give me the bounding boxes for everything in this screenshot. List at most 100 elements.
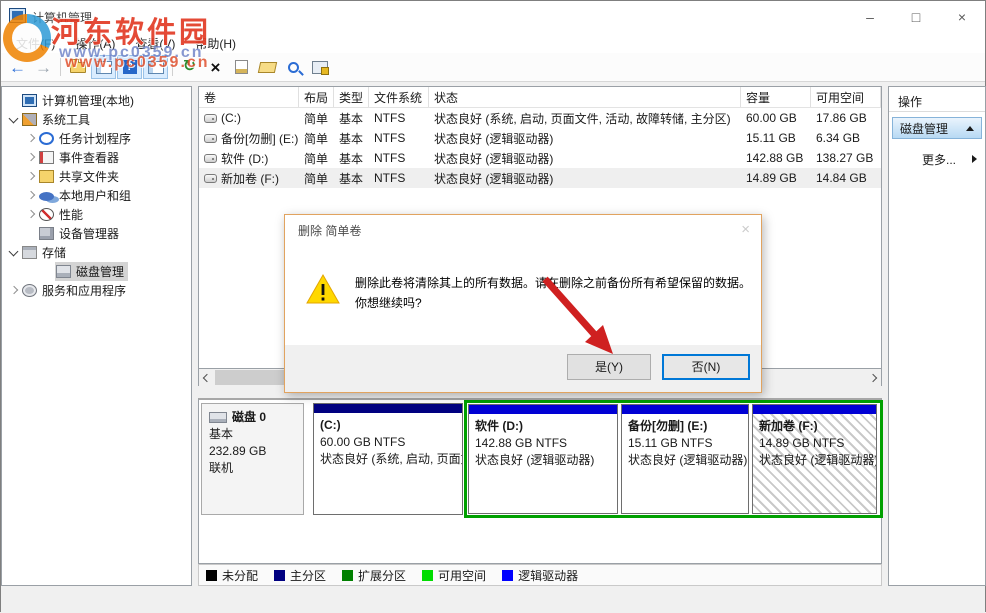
- delete-button[interactable]: ×: [203, 55, 228, 79]
- chevron-down-icon[interactable]: [6, 245, 21, 260]
- volume-filesystem: NTFS: [369, 151, 429, 165]
- partition-name: 备份[勿删] (E:): [628, 418, 742, 435]
- show-console-tree-button[interactable]: [91, 55, 116, 79]
- tree-item-shared-folders[interactable]: 共享文件夹: [2, 167, 191, 186]
- tree-item-device-manager[interactable]: 设备管理器: [2, 224, 191, 243]
- actions-panel: 操作 磁盘管理 更多...: [888, 86, 986, 586]
- disk-type: 基本: [209, 426, 296, 443]
- legend-label: 扩展分区: [358, 567, 406, 584]
- volume-row-f[interactable]: 新加卷 (F:) 简单 基本 NTFS 状态良好 (逻辑驱动器) 14.89 G…: [199, 168, 881, 188]
- minimize-button[interactable]: –: [847, 1, 893, 32]
- dialog-close-icon[interactable]: ×: [741, 222, 750, 237]
- logical-drive-bar: [753, 405, 876, 414]
- disk-status: 联机: [209, 460, 296, 477]
- tree-item-label: 磁盘管理: [76, 263, 124, 280]
- partition-d[interactable]: 软件 (D:) 142.88 GB NTFS 状态良好 (逻辑驱动器): [468, 404, 618, 514]
- status-strip: [1, 586, 985, 613]
- legend-bar: 未分配 主分区 扩展分区 可用空间 逻辑驱动器: [198, 564, 882, 586]
- volume-row-c[interactable]: (C:) 简单 基本 NTFS 状态良好 (系统, 启动, 页面文件, 活动, …: [199, 108, 881, 128]
- collapse-triangle-icon[interactable]: [966, 126, 974, 131]
- tree-item-system-tools[interactable]: 系统工具: [2, 110, 191, 129]
- tree-item-computer-management[interactable]: 计算机管理(本地): [2, 91, 191, 110]
- window-title: 计算机管理: [32, 9, 92, 26]
- column-header-type[interactable]: 类型: [334, 87, 369, 107]
- partition-status: 状态良好 (逻辑驱动器): [759, 452, 870, 469]
- column-header-volume[interactable]: 卷: [199, 87, 299, 107]
- volume-filesystem: NTFS: [369, 111, 429, 125]
- help-button[interactable]: [117, 55, 142, 79]
- legend-swatch: [342, 570, 353, 581]
- actions-group-disk-management[interactable]: 磁盘管理: [892, 117, 982, 139]
- volume-free-space: 14.84 GB: [811, 171, 881, 185]
- menu-view[interactable]: 查看(V): [125, 33, 185, 54]
- chevron-right-icon[interactable]: [23, 207, 38, 222]
- tree-item-label: 存储: [42, 244, 66, 261]
- legend-label: 逻辑驱动器: [518, 567, 578, 584]
- tree-item-label: 任务计划程序: [59, 130, 131, 147]
- console-settings-button[interactable]: [307, 55, 332, 79]
- open-button[interactable]: [255, 55, 280, 79]
- column-header-filesystem[interactable]: 文件系统: [369, 87, 429, 107]
- partition-f-selected[interactable]: 新加卷 (F:) 14.89 GB NTFS 状态良好 (逻辑驱动器): [752, 404, 877, 514]
- storage-icon: [22, 246, 37, 259]
- performance-gauge-icon: [39, 208, 54, 221]
- legend-extended-partition: 扩展分区: [342, 567, 406, 584]
- yes-button[interactable]: 是(Y): [567, 354, 651, 380]
- action-pane-icon: [148, 61, 164, 74]
- chevron-right-icon[interactable]: [23, 188, 38, 203]
- open-folder-icon: [258, 62, 277, 73]
- chevron-down-icon[interactable]: [6, 112, 21, 127]
- menu-action[interactable]: 操作(A): [65, 33, 125, 54]
- tree-item-services-applications[interactable]: 服务和应用程序: [2, 281, 191, 300]
- column-header-layout[interactable]: 布局: [299, 87, 334, 107]
- menu-help[interactable]: 帮助(H): [185, 33, 246, 54]
- partition-e[interactable]: 备份[勿删] (E:) 15.11 GB NTFS 状态良好 (逻辑驱动器): [621, 404, 749, 514]
- tree-item-event-viewer[interactable]: 事件查看器: [2, 148, 191, 167]
- partition-name: 软件 (D:): [475, 418, 611, 435]
- legend-swatch: [502, 570, 513, 581]
- chevron-right-icon[interactable]: [23, 150, 38, 165]
- tree-item-local-users-groups[interactable]: 本地用户和组: [2, 186, 191, 205]
- tree-item-label: 设备管理器: [59, 225, 119, 242]
- hard-disk-icon: [209, 412, 227, 423]
- console-tree-icon: [96, 61, 112, 74]
- up-folder-button[interactable]: [65, 55, 90, 79]
- chevron-right-icon[interactable]: [6, 283, 21, 298]
- volume-icon: [204, 114, 217, 123]
- toolbar-separator: [60, 58, 61, 76]
- menu-file[interactable]: 文件(F): [6, 33, 65, 54]
- legend-label: 未分配: [222, 567, 258, 584]
- tree-item-performance[interactable]: 性能: [2, 205, 191, 224]
- chevron-right-icon[interactable]: [23, 169, 38, 184]
- no-button[interactable]: 否(N): [662, 354, 750, 380]
- search-button[interactable]: [281, 55, 306, 79]
- refresh-button[interactable]: ↻: [177, 55, 202, 79]
- volume-row-e[interactable]: 备份[勿删] (E:) 简单 基本 NTFS 状态良好 (逻辑驱动器) 15.1…: [199, 128, 881, 148]
- maximize-button[interactable]: □: [893, 1, 939, 32]
- forward-arrow-icon: →: [35, 59, 52, 76]
- disk0-label-box[interactable]: 磁盘 0 基本 232.89 GB 联机: [201, 403, 304, 515]
- tree-item-task-scheduler[interactable]: 任务计划程序: [2, 129, 191, 148]
- delete-volume-dialog: 删除 简单卷 × 删除此卷将清除其上的所有数据。请在删除之前备份所有希望保留的数…: [284, 214, 762, 393]
- show-action-pane-button[interactable]: [143, 55, 168, 79]
- scroll-right-button[interactable]: [865, 369, 881, 386]
- column-header-capacity[interactable]: 容量: [741, 87, 811, 107]
- column-header-status[interactable]: 状态: [429, 87, 741, 107]
- legend-swatch: [206, 570, 217, 581]
- actions-more-item[interactable]: 更多...: [889, 147, 985, 171]
- volume-name: (C:): [221, 111, 241, 125]
- volume-row-d[interactable]: 软件 (D:) 简单 基本 NTFS 状态良好 (逻辑驱动器) 142.88 G…: [199, 148, 881, 168]
- forward-button[interactable]: →: [31, 55, 56, 79]
- chevron-right-icon[interactable]: [23, 131, 38, 146]
- scroll-left-button[interactable]: [199, 369, 215, 386]
- column-header-free-space[interactable]: 可用空间: [811, 87, 881, 107]
- close-button[interactable]: ×: [939, 1, 985, 32]
- properties-button[interactable]: [229, 55, 254, 79]
- tree-item-label: 服务和应用程序: [42, 282, 126, 299]
- tree-item-disk-management[interactable]: 磁盘管理: [2, 262, 191, 281]
- back-button[interactable]: ←: [5, 55, 30, 79]
- volume-capacity: 15.11 GB: [741, 131, 811, 145]
- partition-c[interactable]: (C:) 60.00 GB NTFS 状态良好 (系统, 启动, 页面文件, 活…: [313, 403, 463, 515]
- tree-item-label: 事件查看器: [59, 149, 119, 166]
- tree-item-storage[interactable]: 存储: [2, 243, 191, 262]
